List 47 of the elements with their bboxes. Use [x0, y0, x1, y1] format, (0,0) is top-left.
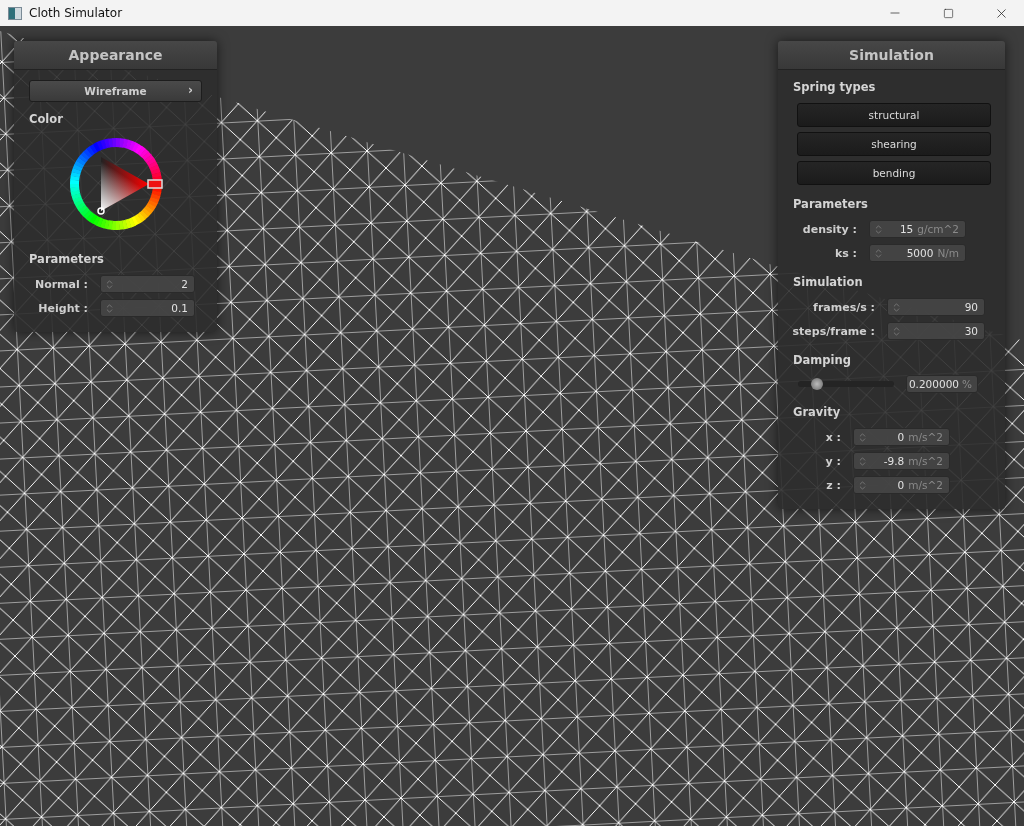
number-field[interactable]: 30 [887, 322, 985, 340]
spinner-icon[interactable] [891, 325, 902, 337]
spring-type-button[interactable]: bending [797, 161, 991, 185]
section-heading: Parameters [28, 251, 105, 268]
section-heading: Spring types [792, 79, 877, 96]
damping-field[interactable]: 0.200000 % [906, 375, 978, 393]
number-field[interactable]: 0 m/s^2 [853, 476, 950, 494]
number-field[interactable]: 5000 N/m [869, 244, 966, 262]
slider-thumb[interactable] [811, 378, 824, 390]
number-field[interactable]: 90 [887, 298, 985, 316]
spinner-icon[interactable] [857, 431, 868, 443]
dropdown-button[interactable]: Wireframe › [29, 80, 202, 102]
field-label: y : [824, 454, 842, 468]
spinner-icon[interactable] [104, 302, 115, 314]
number-field[interactable]: 2 [100, 275, 195, 293]
damping-slider[interactable] [798, 381, 894, 387]
panel-title: Simulation [849, 47, 934, 63]
spinner-icon[interactable] [857, 455, 868, 467]
spring-type-button[interactable]: structural [797, 103, 991, 127]
section-heading: Parameters [792, 196, 869, 213]
field-label: ks : [833, 246, 858, 260]
field-label: Normal : [33, 277, 89, 291]
section-heading: Simulation [792, 274, 864, 291]
spinner-icon[interactable] [873, 223, 884, 235]
maximize-icon [942, 7, 954, 19]
section-heading: Damping [792, 352, 852, 369]
spinner-icon[interactable] [857, 479, 868, 491]
field-label: steps/frame : [791, 324, 876, 338]
section-heading: Gravity [792, 404, 842, 421]
field-label: x : [824, 430, 842, 444]
app-icon [8, 6, 22, 20]
spring-type-button[interactable]: shearing [797, 132, 991, 156]
field-label: z : [825, 478, 842, 492]
window-title: Cloth Simulator [29, 6, 124, 20]
spinner-icon[interactable] [104, 278, 115, 290]
number-field[interactable]: 0 m/s^2 [853, 428, 950, 446]
number-field[interactable]: 0.1 [100, 299, 195, 317]
panel-title: Appearance [68, 47, 163, 63]
field-label: Height : [37, 301, 89, 315]
section-heading: Color [28, 111, 64, 128]
number-field[interactable]: 15 g/cm^2 [869, 220, 966, 238]
color-wheel[interactable] [67, 136, 164, 232]
field-label: density : [801, 222, 858, 236]
number-field[interactable]: -9.8 m/s^2 [853, 452, 950, 470]
spinner-icon[interactable] [891, 301, 902, 313]
field-label: frames/s : [812, 300, 876, 314]
spinner-icon[interactable] [873, 247, 884, 259]
